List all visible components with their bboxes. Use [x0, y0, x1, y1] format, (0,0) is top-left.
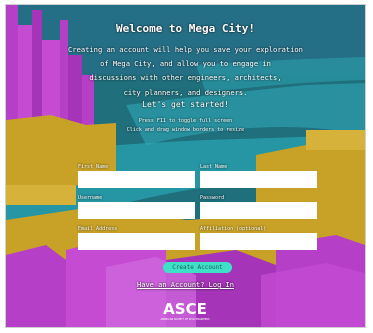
login-link[interactable]: Have an Account? Log In: [6, 281, 365, 289]
asce-logo: ASCE AMERICAN SOCIETY OF CIVIL ENGINEERS: [155, 301, 215, 325]
cta-text: Let's get started!: [142, 100, 229, 109]
page-title: Welcome to Mega City!: [115, 22, 256, 35]
username-field[interactable]: [78, 202, 195, 219]
first-name-label: First Name: [78, 164, 109, 170]
fullscreen-hint: Press F11 to toggle full screen: [138, 118, 233, 124]
logo-text: ASCE: [163, 300, 207, 318]
password-field[interactable]: [200, 202, 317, 219]
last-name-label: Last Name: [200, 164, 228, 170]
app-window: Welcome to Mega City! Creating an accoun…: [6, 5, 365, 327]
intro-line: discussions with other engineers, archit…: [89, 73, 282, 83]
intro-line: of Mega City, and allow you to engage in: [100, 59, 271, 69]
affiliation-label: Affiliation (optional): [200, 226, 267, 232]
create-account-button[interactable]: Create Account: [163, 262, 232, 273]
email-label: Email Address: [78, 226, 118, 232]
logo-tagline: AMERICAN SOCIETY OF CIVIL ENGINEERS: [160, 318, 210, 321]
intro-line: city planners, and designers.: [123, 87, 248, 97]
password-label: Password: [200, 195, 225, 201]
intro-text: Creating an account will help you save y…: [58, 43, 313, 100]
resize-hint: Click and drag window borders to resize: [126, 127, 245, 133]
intro-line: Creating an account will help you save y…: [68, 45, 303, 54]
first-name-field[interactable]: [78, 171, 195, 188]
last-name-field[interactable]: [200, 171, 317, 188]
username-label: Username: [78, 195, 103, 201]
email-field[interactable]: [78, 233, 195, 250]
affiliation-field[interactable]: [200, 233, 317, 250]
